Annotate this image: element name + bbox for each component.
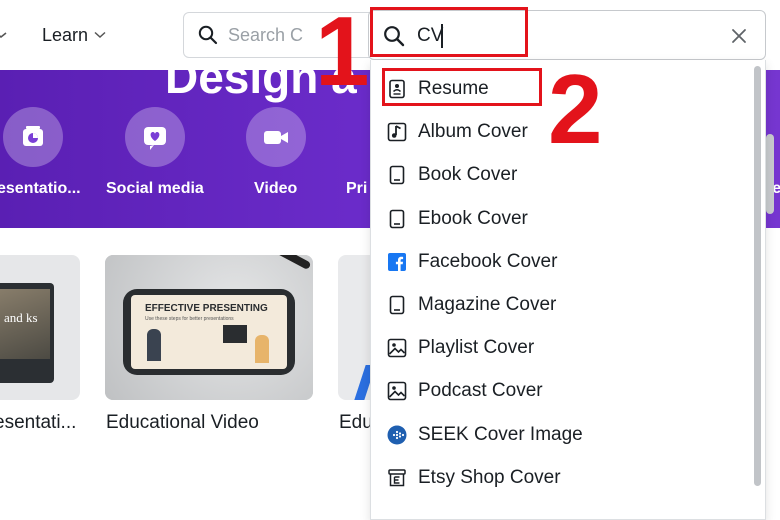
monitor-illustration	[223, 325, 247, 343]
phone-thumbnail: EFFECTIVE PRESENTING Use these steps for…	[123, 289, 295, 375]
category-presentations-label: esentatio...	[0, 180, 81, 197]
figure-illustration	[147, 329, 161, 361]
learn-label: Learn	[42, 24, 89, 45]
learn-menu[interactable]: Learn	[42, 24, 106, 46]
thumbnail-title: EFFECTIVE PRESENTING	[145, 303, 268, 314]
book-icon	[389, 165, 405, 185]
image-icon	[387, 381, 407, 401]
suggestion-podcast-cover[interactable]: Podcast Cover	[371, 370, 751, 412]
close-icon[interactable]	[729, 26, 749, 46]
suggestion-playlist-cover[interactable]: Playlist Cover	[371, 327, 751, 369]
suggestion-seek-cover-image[interactable]: SEEK Cover Image	[371, 414, 751, 456]
category-print-label: Pri	[346, 180, 368, 197]
category-social-media-button[interactable]	[125, 107, 185, 167]
annotation-highlight-resume	[382, 68, 542, 106]
thumbnail-text: and ks	[4, 310, 38, 325]
search-placeholder: Search C	[228, 24, 304, 45]
suggestion-magazine-cover[interactable]: Magazine Cover	[371, 284, 751, 326]
phone-screen: EFFECTIVE PRESENTING Use these steps for…	[131, 295, 287, 369]
suggestion-label: SEEK Cover Image	[418, 424, 583, 445]
suggestion-label: Book Cover	[418, 164, 518, 185]
music-note-icon	[387, 122, 407, 142]
seek-icon	[387, 425, 407, 445]
page-scrollbar-thumb[interactable]	[766, 134, 774, 214]
presentation-icon	[23, 126, 43, 146]
video-camera-icon	[264, 131, 288, 144]
template-card-education-title: Edu	[339, 412, 373, 433]
suggestion-label: Album Cover	[418, 121, 528, 142]
suggestion-label: Podcast Cover	[418, 380, 543, 401]
suggestion-label: Magazine Cover	[418, 294, 557, 315]
suggestion-ebook-cover[interactable]: Ebook Cover	[371, 198, 751, 240]
suggestion-etsy-shop-cover[interactable]: Etsy Shop Cover	[371, 457, 751, 499]
suggestion-label: Etsy Shop Cover	[418, 467, 561, 488]
annotation-step-number: 1	[315, 0, 370, 106]
template-card-presentations[interactable]: and ks	[0, 255, 80, 400]
page-scrollbar[interactable]	[766, 74, 774, 514]
heart-icon	[144, 127, 166, 150]
category-video-button[interactable]	[246, 107, 306, 167]
dropdown-scrollbar[interactable]	[752, 60, 764, 518]
category-social-media-label: Social media	[106, 180, 204, 197]
dropdown-scrollbar-thumb[interactable]	[754, 66, 761, 486]
facebook-icon	[388, 253, 406, 271]
suggestion-label: Facebook Cover	[418, 251, 558, 272]
annotation-highlight-search	[370, 7, 528, 57]
search-icon	[198, 25, 218, 45]
category-video-label: Video	[254, 180, 298, 197]
laptop-thumbnail: and ks	[0, 283, 54, 383]
template-card-presentations-title: esentati...	[0, 412, 77, 433]
category-presentations-button[interactable]	[3, 107, 63, 167]
suggestion-label: Playlist Cover	[418, 337, 535, 358]
chevron-down-icon[interactable]	[0, 26, 10, 44]
image-icon	[387, 338, 407, 358]
ebook-icon	[389, 209, 405, 229]
etsy-shop-icon	[388, 469, 406, 487]
suggestion-facebook-cover[interactable]: Facebook Cover	[371, 241, 751, 283]
figure-illustration	[255, 335, 269, 363]
template-card-educational-video[interactable]: EFFECTIVE PRESENTING Use these steps for…	[105, 255, 313, 400]
annotation-step-number: 2	[548, 54, 603, 164]
magazine-icon	[389, 295, 405, 315]
template-card-educational-video-title: Educational Video	[106, 412, 259, 433]
suggestion-label: Ebook Cover	[418, 208, 528, 229]
chevron-down-icon	[94, 31, 106, 39]
thumbnail-subtitle: Use these steps for better presentations	[145, 316, 234, 322]
